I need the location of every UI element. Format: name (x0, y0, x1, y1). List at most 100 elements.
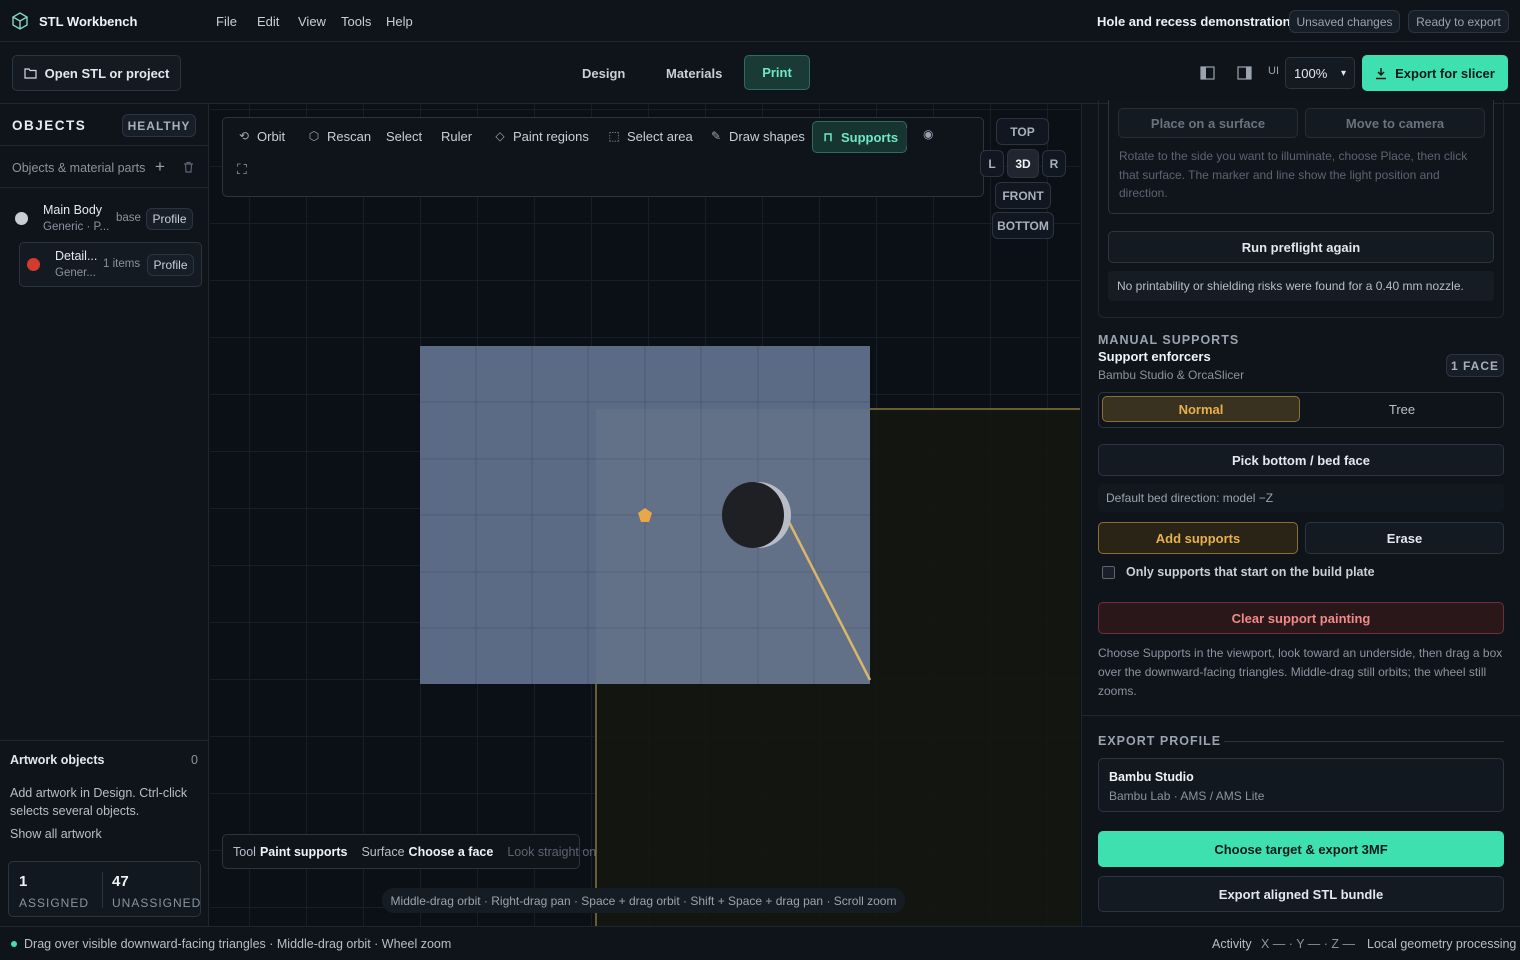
object-name: Main Body (43, 203, 103, 217)
support-enforcers-subtitle: Bambu Studio & OrcaSlicer (1098, 368, 1245, 382)
profile-button[interactable]: Profile (146, 208, 193, 230)
surface-value: Choose a face (408, 844, 494, 859)
view-top-button[interactable]: TOP (996, 118, 1049, 145)
left-panel-toggle-icon[interactable] (1200, 66, 1215, 80)
color-swatch (15, 212, 28, 225)
export-stl-bundle-button[interactable]: Export aligned STL bundle (1098, 876, 1504, 912)
controls-hint: Middle-drag orbit · Right-drag pan · Spa… (382, 888, 905, 913)
add-supports-button[interactable]: Add supports (1098, 522, 1298, 554)
app-logo-icon (12, 12, 28, 30)
object-material: Gener... (55, 267, 96, 279)
trash-icon[interactable] (183, 161, 194, 173)
mode-tree-button[interactable]: Tree (1304, 396, 1500, 422)
tool-select[interactable]: Select (386, 121, 422, 151)
activity-label[interactable]: Activity (1212, 937, 1252, 951)
3d-viewport[interactable]: ⟲ Orbit ⬡ Rescan Select Ruler ◇ Paint regio… (210, 104, 1080, 926)
view-front-button[interactable]: FRONT (995, 182, 1051, 209)
export-slicer-button[interactable]: Export for slicer (1362, 55, 1508, 91)
menu-tools[interactable]: Tools (341, 14, 371, 29)
look-hint: Look straight on (507, 844, 597, 859)
run-preflight-button[interactable]: Run preflight again (1108, 231, 1494, 263)
assigned-label: ASSIGNED (19, 896, 90, 910)
tool-rescan[interactable]: ⬡ Rescan (307, 121, 371, 151)
profile-name: Bambu Studio (1109, 770, 1194, 784)
erase-button[interactable]: Erase (1305, 522, 1504, 554)
objects-subtitle: Objects & material parts (12, 161, 146, 175)
tool-select-area[interactable]: ⬚ Select area (607, 121, 692, 151)
open-project-label: Open STL or project (44, 65, 170, 81)
export-profile-card[interactable]: Bambu Studio Bambu Lab · AMS / AMS Lite (1098, 758, 1504, 812)
orbit-icon: ⟲ (238, 129, 250, 143)
folder-icon (24, 67, 37, 79)
tool-paint-regions[interactable]: ◇ Paint regions (493, 121, 589, 151)
tool-ruler[interactable]: Ruler (441, 121, 472, 151)
zoom-select[interactable]: 100% ▾ (1285, 57, 1355, 89)
supports-help-text: Choose Supports in the viewport, look to… (1098, 646, 1503, 698)
tool-draw-shapes[interactable]: ✎ Draw shapes (709, 121, 805, 151)
model-scene[interactable] (210, 104, 1080, 926)
tool-value: Paint supports (259, 844, 348, 859)
menu-file[interactable]: File (216, 14, 237, 29)
viewport-toolbar: ⟲ Orbit ⬡ Rescan Select Ruler ◇ Paint regio… (222, 117, 984, 197)
show-artwork-link[interactable]: Show all artwork (10, 827, 102, 841)
object-name: Detail... (55, 249, 98, 263)
processing-label: Local geometry processing (1367, 937, 1517, 951)
supports-icon: ⊓ (823, 130, 833, 144)
tool-orbit[interactable]: ⟲ Orbit (237, 121, 285, 151)
open-project-button[interactable]: Open STL or project (12, 55, 181, 91)
selected-face-highlight (596, 409, 870, 684)
objects-title: OBJECTS (12, 118, 87, 133)
eye-icon[interactable]: ◉ (923, 127, 933, 141)
tab-materials[interactable]: Materials (666, 66, 722, 81)
export-profile-title: EXPORT PROFILE (1098, 734, 1222, 748)
support-enforcers-title: Support enforcers (1098, 349, 1211, 364)
view-3d-button[interactable]: 3D (1007, 149, 1039, 178)
tab-design[interactable]: Design (582, 66, 625, 81)
object-tag: 1 items (103, 258, 141, 270)
view-left-button[interactable]: L (980, 150, 1004, 177)
menu-edit[interactable]: Edit (257, 14, 279, 29)
menu-view[interactable]: View (298, 14, 326, 29)
unsaved-badge: Unsaved changes (1289, 10, 1400, 33)
build-plate-checkbox[interactable] (1102, 566, 1115, 579)
cube-icon: ⬡ (308, 129, 320, 143)
fullscreen-icon[interactable]: ⛶ (237, 161, 247, 178)
export-3mf-button[interactable]: Choose target & export 3MF (1098, 831, 1504, 867)
view-right-button[interactable]: R (1042, 150, 1066, 177)
object-tag: base (116, 212, 141, 224)
color-swatch (27, 258, 40, 271)
clear-support-painting-button[interactable]: Clear support painting (1098, 602, 1504, 634)
profile-button[interactable]: Profile (147, 254, 194, 276)
preflight-result: No printability or shielding risks were … (1108, 271, 1494, 301)
view-bottom-button[interactable]: BOTTOM (992, 212, 1054, 239)
right-panel-toggle-icon[interactable] (1237, 66, 1252, 80)
object-material: Generic · P... (43, 221, 110, 233)
list-item[interactable]: Detail... Gener... 1 items Profile (19, 242, 202, 287)
hole[interactable] (722, 482, 784, 548)
status-bar: Drag over visible downward-facing triang… (0, 926, 1520, 960)
artwork-title: Artwork objects (10, 753, 105, 767)
tool-status-box: Tool Paint supports Surface Choose a fac… (222, 834, 596, 869)
surface-label: Surface (361, 844, 405, 859)
list-item[interactable]: Main Body Generic · P... base Profile (8, 196, 202, 240)
objects-panel: OBJECTS HEALTHY Objects & material parts… (0, 104, 209, 926)
face-count-badge: 1 FACE (1446, 354, 1504, 377)
tab-print[interactable]: Print (744, 55, 810, 90)
status-dot-icon (11, 941, 17, 947)
build-plate-label: Only supports that start on the build pl… (1126, 565, 1375, 579)
status-message: Drag over visible downward-facing triang… (24, 937, 452, 951)
add-icon[interactable]: + (155, 157, 165, 177)
artwork-count: 0 (191, 753, 198, 767)
pick-bottom-face-button[interactable]: Pick bottom / bed face (1098, 444, 1504, 476)
top-bar: STL Workbench File Edit View Tools Help … (0, 0, 1520, 42)
coords-readout: X — · Y — · Z — (1261, 937, 1355, 951)
unassigned-label: UNASSIGNED (112, 896, 202, 910)
menu-help[interactable]: Help (386, 14, 413, 29)
mode-normal-button[interactable]: Normal (1102, 396, 1300, 422)
ready-badge: Ready to export (1408, 10, 1509, 33)
unassigned-count: 47 (112, 873, 129, 890)
ui-scale-label: UI (1268, 65, 1279, 77)
tool-supports[interactable]: ⊓ Supports (812, 121, 908, 153)
zoom-value: 100% (1294, 65, 1328, 81)
chevron-down-icon: ▾ (1340, 67, 1346, 79)
